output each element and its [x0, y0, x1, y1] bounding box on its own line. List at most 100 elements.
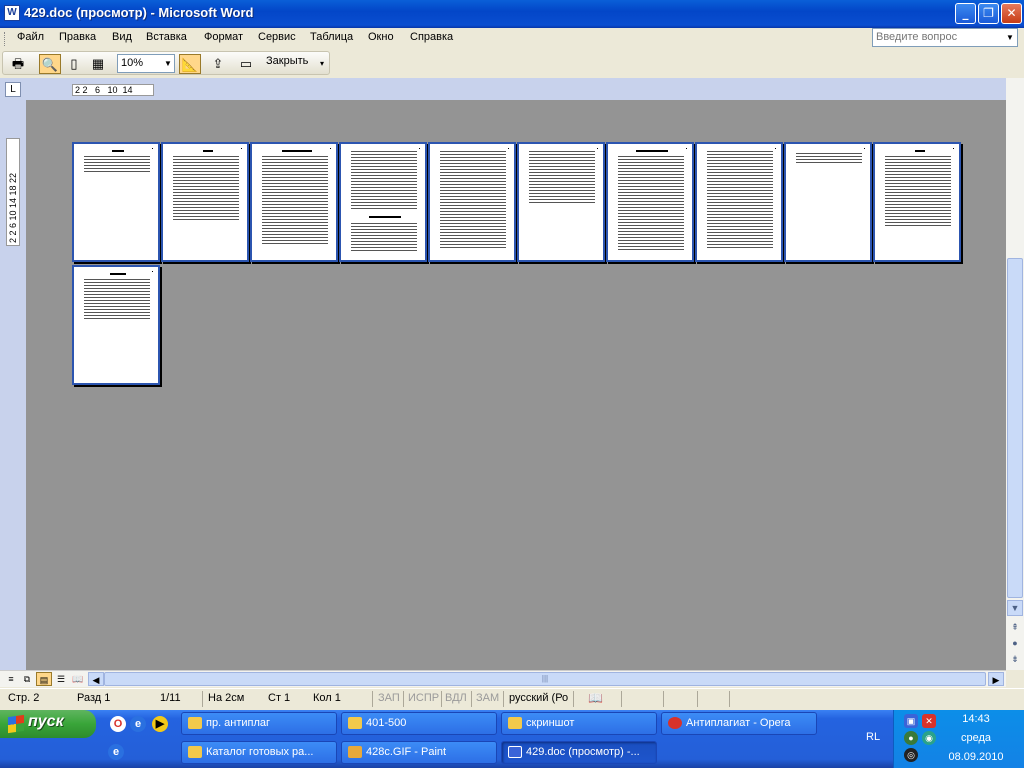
- zoom-value: 10%: [121, 57, 144, 69]
- multiple-pages-icon[interactable]: ▦: [87, 54, 109, 74]
- scroll-left-icon[interactable]: ◀: [88, 672, 104, 686]
- word-app-icon[interactable]: W: [4, 5, 20, 21]
- close-button[interactable]: ✕: [1001, 3, 1022, 24]
- maximize-button[interactable]: ❐: [978, 3, 999, 24]
- taskbar-button[interactable]: пр. антиплаг: [181, 712, 337, 735]
- start-label: пуск: [28, 713, 64, 730]
- horizontal-scrollbar[interactable]: ≡ ⧉ ▤ ☰ 📖 ◀ ||| ▶: [0, 670, 1006, 687]
- word-icon: [508, 746, 522, 758]
- print-preview-area[interactable]: [26, 100, 1006, 670]
- magnifier-icon[interactable]: 🔍: [39, 54, 61, 74]
- chevron-down-icon[interactable]: ▼: [1003, 29, 1017, 46]
- word-window: W 429.doc (просмотр) - Microsoft Word _ …: [0, 0, 1024, 710]
- menu-insert[interactable]: Вставка: [146, 31, 187, 43]
- menu-view[interactable]: Вид: [112, 31, 132, 43]
- menu-file[interactable]: Файл: [17, 31, 44, 43]
- menu-tools[interactable]: Сервис: [258, 31, 296, 43]
- print-preview-toolbar: 🖶 🔍 ▯ ▦ 10% ▼ 📐 ⇪ ▭ Закрыть ▾: [2, 51, 330, 75]
- one-page-icon[interactable]: ▯: [63, 54, 85, 74]
- internet-explorer-icon[interactable]: e: [108, 744, 124, 760]
- status-record[interactable]: ЗАП: [378, 692, 400, 704]
- window-title: 429.doc (просмотр) - Microsoft Word: [24, 5, 254, 20]
- taskbar-button-label: пр. антиплаг: [206, 717, 271, 729]
- menu-format[interactable]: Формат: [204, 31, 243, 43]
- status-extend[interactable]: ВДЛ: [445, 692, 467, 704]
- previous-page-icon[interactable]: ⇞: [1007, 620, 1023, 636]
- page-thumbnail[interactable]: [339, 142, 427, 262]
- view-ruler-icon[interactable]: 📐: [179, 54, 201, 74]
- taskbar-button[interactable]: скриншот: [501, 712, 657, 735]
- page-thumbnail[interactable]: [784, 142, 872, 262]
- page-thumbnail[interactable]: [161, 142, 249, 262]
- menu-table[interactable]: Таблица: [310, 31, 353, 43]
- media-player-icon[interactable]: ▶: [152, 716, 168, 732]
- menu-bar: Файл Правка Вид Вставка Формат Сервис Та…: [0, 28, 1024, 50]
- status-track-changes[interactable]: ИСПР: [408, 692, 439, 704]
- page-thumbnail[interactable]: [517, 142, 605, 262]
- network-icon[interactable]: ▣: [904, 714, 918, 728]
- volume-icon[interactable]: ◎: [904, 748, 918, 762]
- full-screen-icon[interactable]: ▭: [235, 54, 257, 74]
- help-question-box[interactable]: Введите вопрос ▼: [872, 28, 1018, 47]
- next-page-icon[interactable]: ⇟: [1007, 652, 1023, 668]
- status-pages[interactable]: 1/11: [160, 692, 181, 704]
- vertical-scroll-thumb[interactable]: [1007, 258, 1023, 598]
- status-line[interactable]: Ст 1: [268, 692, 290, 704]
- tab-stop-selector[interactable]: L: [5, 82, 21, 97]
- taskbar-button[interactable]: Антиплагиат - Opera: [661, 712, 817, 735]
- menu-window[interactable]: Окно: [368, 31, 394, 43]
- spelling-book-icon[interactable]: 📖: [588, 691, 603, 705]
- internet-explorer-icon[interactable]: e: [130, 716, 146, 732]
- menu-help[interactable]: Справка: [410, 31, 453, 43]
- page-thumbnail[interactable]: [606, 142, 694, 262]
- taskbar-button[interactable]: 428c.GIF - Paint: [341, 741, 497, 764]
- print-layout-icon[interactable]: ▤: [36, 672, 52, 686]
- toolbar-options-icon[interactable]: ▾: [317, 54, 327, 74]
- status-section[interactable]: Разд 1: [77, 692, 110, 704]
- page-thumbnail[interactable]: [72, 142, 160, 262]
- taskbar-button[interactable]: 401-500: [341, 712, 497, 735]
- taskbar-button-active[interactable]: 429.doc (просмотр) -...: [501, 741, 657, 764]
- page-thumbnail[interactable]: [250, 142, 338, 262]
- web-layout-icon[interactable]: ⧉: [19, 672, 35, 686]
- update-icon[interactable]: ●: [904, 731, 918, 745]
- page-thumbnail[interactable]: [873, 142, 961, 262]
- taskbar-button-label: скриншот: [526, 717, 575, 729]
- menu-edit[interactable]: Правка: [59, 31, 96, 43]
- clock-time[interactable]: 14:43: [930, 713, 1022, 725]
- page-thumbnail[interactable]: [695, 142, 783, 262]
- horizontal-ruler[interactable]: 2 2 6 10 14: [72, 84, 154, 96]
- print-icon[interactable]: 🖶: [7, 54, 29, 74]
- normal-view-icon[interactable]: ≡: [3, 672, 19, 686]
- opera-quicklaunch-icon[interactable]: O: [110, 716, 126, 732]
- clock-weekday[interactable]: среда: [930, 732, 1022, 744]
- start-button[interactable]: пуск: [0, 710, 96, 738]
- vertical-scrollbar[interactable]: ▼ ⇞ ● ⇟: [1006, 78, 1024, 670]
- page-thumbnail[interactable]: [428, 142, 516, 262]
- vertical-ruler[interactable]: 2 2 6 10 14 18 22: [6, 138, 20, 246]
- select-browse-object-icon[interactable]: ●: [1007, 636, 1023, 652]
- title-bar[interactable]: W 429.doc (просмотр) - Microsoft Word _ …: [0, 0, 1024, 28]
- chevron-down-icon[interactable]: ▼: [162, 55, 174, 72]
- scroll-right-icon[interactable]: ▶: [988, 672, 1004, 686]
- taskbar-button-label: 401-500: [366, 717, 407, 729]
- clock-date[interactable]: 08.09.2010: [930, 751, 1022, 763]
- status-at[interactable]: На 2см: [208, 692, 244, 704]
- language-indicator[interactable]: RL: [866, 731, 880, 743]
- reading-layout-icon[interactable]: 📖: [70, 672, 86, 686]
- taskbar-button-label: Каталог готовых ра...: [206, 746, 314, 758]
- close-preview-button[interactable]: Закрыть: [266, 55, 308, 67]
- status-column[interactable]: Кол 1: [313, 692, 341, 704]
- status-language[interactable]: русский (Ро: [509, 692, 568, 704]
- status-overtype[interactable]: ЗАМ: [476, 692, 499, 704]
- menu-grip[interactable]: [4, 32, 7, 46]
- scroll-down-icon[interactable]: ▼: [1007, 600, 1023, 616]
- page-thumbnail[interactable]: [72, 265, 160, 385]
- minimize-button[interactable]: _: [955, 3, 976, 24]
- zoom-select[interactable]: 10% ▼: [117, 54, 175, 73]
- taskbar-button[interactable]: Каталог готовых ра...: [181, 741, 337, 764]
- outline-view-icon[interactable]: ☰: [53, 672, 69, 686]
- status-page[interactable]: Стр. 2: [8, 692, 39, 704]
- shrink-to-fit-icon[interactable]: ⇪: [207, 54, 229, 74]
- horizontal-scroll-thumb[interactable]: |||: [104, 672, 986, 686]
